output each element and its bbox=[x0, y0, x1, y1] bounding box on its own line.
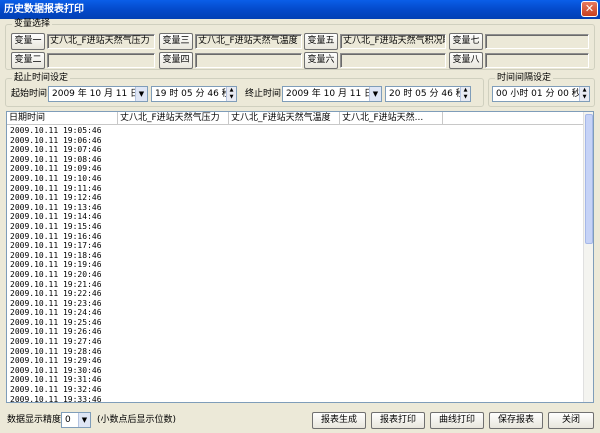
spin-arrows-icon[interactable]: ▲ ▼ bbox=[460, 87, 470, 101]
start-time-label: 起始时间 bbox=[11, 89, 48, 99]
variable-5-field: 丈八北_F进站天然气积况瞬 bbox=[340, 34, 446, 49]
table-row[interactable]: 2009.10.11 19:29:46 bbox=[10, 356, 120, 366]
close-button[interactable]: 关闭 bbox=[548, 412, 594, 429]
end-time-spinner[interactable]: 20 时 05 分 46 秒 ▲ ▼ bbox=[385, 86, 471, 102]
table-row[interactable]: 2009.10.11 19:22:46 bbox=[10, 289, 120, 299]
window-title: 历史数据报表打印 bbox=[4, 4, 84, 15]
end-date-picker[interactable]: 2009 年 10 月 11 日 ▼ bbox=[282, 86, 382, 102]
variable-7-button[interactable]: 变量七 bbox=[449, 33, 483, 50]
variable-selection-legend: 变量选择 bbox=[12, 19, 53, 30]
variable-1-button[interactable]: 变量一 bbox=[11, 33, 45, 50]
variable-6-button[interactable]: 变量六 bbox=[304, 52, 338, 69]
table-row[interactable]: 2009.10.11 19:07:46 bbox=[10, 145, 120, 155]
table-row[interactable]: 2009.10.11 19:24:46 bbox=[10, 308, 120, 318]
start-time-spinner[interactable]: 19 时 05 分 46 秒 ▲ ▼ bbox=[151, 86, 237, 102]
title-bar: 历史数据报表打印 ✕ bbox=[0, 0, 600, 19]
variable-3-field: 丈八北_F进站天然气温度 bbox=[195, 34, 302, 49]
table-row[interactable]: 2009.10.11 19:26:46 bbox=[10, 327, 120, 337]
chevron-down-icon[interactable]: ▼ bbox=[78, 413, 90, 427]
end-time-label: 终止时间 bbox=[245, 89, 282, 99]
grid-rows: 2009.10.11 19:05:46 2009.10.11 19:06:46 20… bbox=[10, 126, 120, 402]
column-header-datetime[interactable]: 日期时间 bbox=[7, 112, 118, 125]
table-row[interactable]: 2009.10.11 19:10:46 bbox=[10, 174, 120, 184]
variable-1-field: 丈八北_F进站天然气压力 bbox=[47, 34, 155, 49]
table-row[interactable]: 2009.10.11 19:11:46 bbox=[10, 184, 120, 194]
spin-arrows-icon[interactable]: ▲ ▼ bbox=[579, 87, 589, 101]
variable-2-field bbox=[47, 53, 155, 68]
chevron-down-icon[interactable]: ▼ bbox=[135, 87, 147, 101]
print-curve-button[interactable]: 曲线打印 bbox=[430, 412, 484, 429]
table-row[interactable]: 2009.10.11 19:20:46 bbox=[10, 270, 120, 280]
variable-2-button[interactable]: 变量二 bbox=[11, 52, 45, 69]
table-row[interactable]: 2009.10.11 19:18:46 bbox=[10, 251, 120, 261]
table-row[interactable]: 2009.10.11 19:31:46 bbox=[10, 375, 120, 385]
chevron-down-icon[interactable]: ▼ bbox=[369, 87, 381, 101]
start-time-value: 19 时 05 分 46 秒 bbox=[155, 89, 231, 99]
generate-report-button[interactable]: 报表生成 bbox=[312, 412, 366, 429]
print-report-button[interactable]: 报表打印 bbox=[371, 412, 425, 429]
end-time-value: 20 时 05 分 46 秒 bbox=[389, 89, 465, 99]
table-row[interactable]: 2009.10.11 19:09:46 bbox=[10, 164, 120, 174]
interval-value: 00 小时 01 分 00 秒 bbox=[496, 89, 581, 99]
variable-5-button[interactable]: 变量五 bbox=[304, 33, 338, 50]
vertical-scrollbar[interactable] bbox=[583, 112, 593, 402]
variable-8-field bbox=[485, 53, 589, 68]
table-row[interactable]: 2009.10.11 19:25:46 bbox=[10, 318, 120, 328]
table-row[interactable]: 2009.10.11 19:30:46 bbox=[10, 366, 120, 376]
table-row[interactable]: 2009.10.11 19:16:46 bbox=[10, 232, 120, 242]
end-date-value: 2009 年 10 月 11 日 bbox=[286, 89, 374, 99]
variable-6-field bbox=[340, 53, 446, 68]
start-date-picker[interactable]: 2009 年 10 月 11 日 ▼ bbox=[48, 86, 148, 102]
variable-7-field bbox=[485, 34, 589, 49]
column-header-var2[interactable]: 丈八北_F进站天然气温度 bbox=[229, 112, 340, 125]
table-row[interactable]: 2009.10.11 19:12:46 bbox=[10, 193, 120, 203]
report-grid[interactable]: 日期时间 丈八北_F进站天然气压力 丈八北_F进站天然气温度 丈八北_F进站天然… bbox=[6, 111, 594, 403]
precision-select[interactable]: 0 ▼ bbox=[61, 412, 91, 428]
interval-spinner[interactable]: 00 小时 01 分 00 秒 ▲ ▼ bbox=[492, 86, 590, 102]
column-header-var1[interactable]: 丈八北_F进站天然气压力 bbox=[118, 112, 229, 125]
table-row[interactable]: 2009.10.11 19:32:46 bbox=[10, 385, 120, 395]
interval-legend: 时间间隔设定 bbox=[495, 73, 554, 84]
variable-4-field bbox=[195, 53, 302, 68]
table-row[interactable]: 2009.10.11 19:15:46 bbox=[10, 222, 120, 232]
table-row[interactable]: 2009.10.11 19:21:46 bbox=[10, 280, 120, 290]
table-row[interactable]: 2009.10.11 19:05:46 bbox=[10, 126, 120, 136]
table-row[interactable]: 2009.10.11 19:17:46 bbox=[10, 241, 120, 251]
table-row[interactable]: 2009.10.11 19:19:46 bbox=[10, 260, 120, 270]
variable-4-button[interactable]: 变量四 bbox=[159, 52, 193, 69]
scrollbar-thumb[interactable] bbox=[585, 114, 593, 244]
table-row[interactable]: 2009.10.11 19:08:46 bbox=[10, 155, 120, 165]
table-row[interactable]: 2009.10.11 19:28:46 bbox=[10, 347, 120, 357]
table-row[interactable]: 2009.10.11 19:13:46 bbox=[10, 203, 120, 213]
precision-hint: (小数点后显示位数) bbox=[97, 415, 177, 425]
table-row[interactable]: 2009.10.11 19:27:46 bbox=[10, 337, 120, 347]
table-row[interactable]: 2009.10.11 19:33:46 bbox=[10, 395, 120, 402]
dialog-body: 变量选择 变量一 丈八北_F进站天然气压力 变量二 变量三 丈八北_F进站天然气… bbox=[3, 19, 597, 430]
column-header-var3[interactable]: 丈八北_F进站天然... bbox=[340, 112, 443, 125]
variable-3-button[interactable]: 变量三 bbox=[159, 33, 193, 50]
variable-8-button[interactable]: 变量八 bbox=[449, 52, 483, 69]
table-row[interactable]: 2009.10.11 19:14:46 bbox=[10, 212, 120, 222]
save-report-button[interactable]: 保存报表 bbox=[489, 412, 543, 429]
table-row[interactable]: 2009.10.11 19:06:46 bbox=[10, 136, 120, 146]
precision-value: 0 bbox=[65, 415, 71, 425]
time-range-legend: 起止时间设定 bbox=[12, 73, 71, 84]
precision-label: 数据显示精度 bbox=[7, 415, 62, 425]
close-icon[interactable]: ✕ bbox=[581, 1, 598, 17]
start-date-value: 2009 年 10 月 11 日 bbox=[52, 89, 140, 99]
grid-header: 日期时间 丈八北_F进站天然气压力 丈八北_F进站天然气温度 丈八北_F进站天然… bbox=[7, 112, 585, 125]
table-row[interactable]: 2009.10.11 19:23:46 bbox=[10, 299, 120, 309]
spin-arrows-icon[interactable]: ▲ ▼ bbox=[226, 87, 236, 101]
